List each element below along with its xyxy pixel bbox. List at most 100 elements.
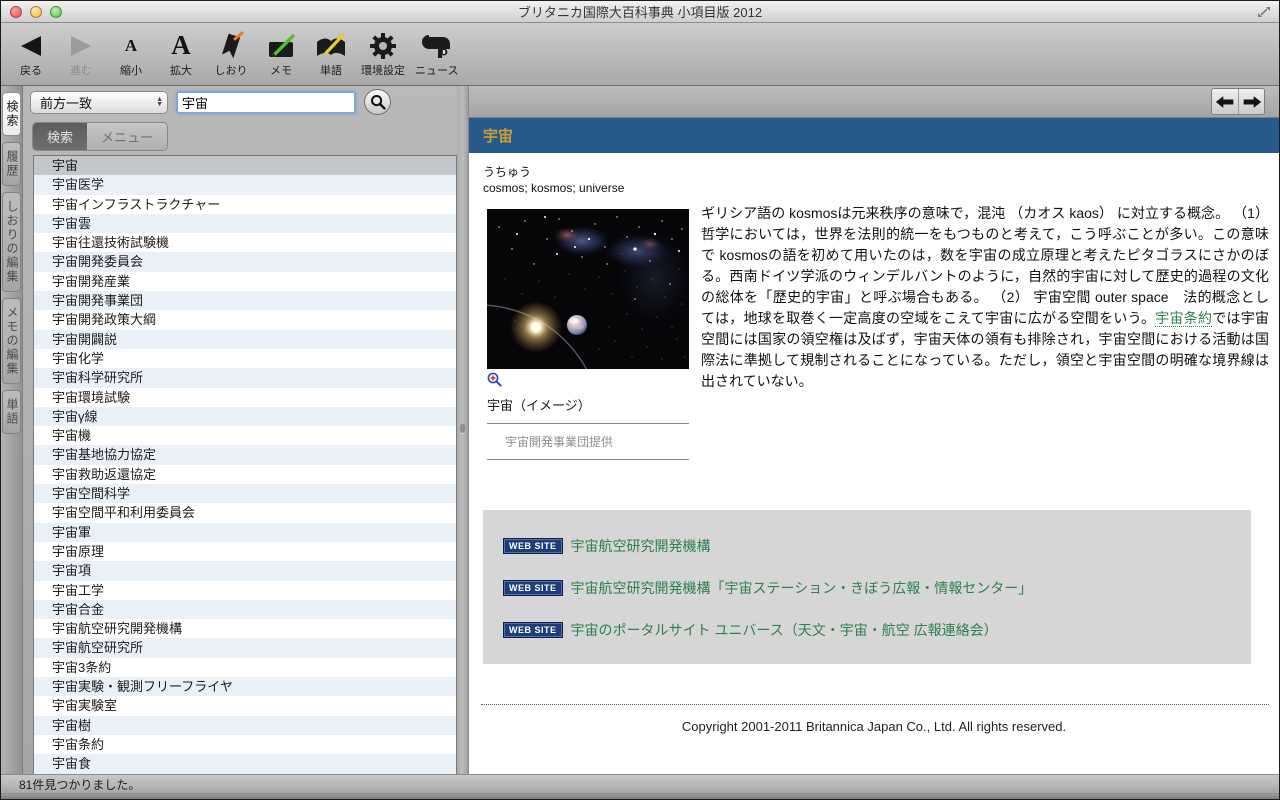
body-text-before: ギリシア語の kosmosは元来秩序の意味で，混沌 （カオス kaos） に対立… xyxy=(701,205,1269,326)
list-item[interactable]: 宇宙航空研究開発機構 xyxy=(34,619,456,638)
list-item[interactable]: 宇宙3条約 xyxy=(34,658,456,677)
list-item[interactable]: 宇宙項 xyxy=(34,561,456,580)
web-link-label[interactable]: 宇宙航空研究開発機構 xyxy=(571,536,711,556)
expand-diagonal-icon[interactable] xyxy=(1257,5,1271,19)
side-tab-history[interactable]: 履歴 xyxy=(2,142,21,186)
zoom-out-text-button[interactable]: A 縮小 xyxy=(111,29,151,78)
article-title: 宇宙 xyxy=(469,125,513,146)
memo-button[interactable]: メモ xyxy=(261,29,301,78)
reading-translit: cosmos; kosmos; universe xyxy=(483,180,1279,196)
list-item[interactable]: 宇宙実験室 xyxy=(34,696,456,715)
list-item[interactable]: 宇宙開発産業 xyxy=(34,272,456,291)
list-item[interactable]: 宇宙基地協力協定 xyxy=(34,445,456,464)
body-link-space-treaty[interactable]: 宇宙条約 xyxy=(1155,310,1212,327)
preferences-button[interactable]: 環境設定 xyxy=(361,29,405,78)
image-zoom-icon[interactable] xyxy=(487,372,502,387)
list-item[interactable]: 宇宙樹 xyxy=(34,716,456,735)
list-item[interactable]: 宇宙開闢説 xyxy=(34,330,456,349)
forward-arrow-icon xyxy=(67,29,95,62)
memo-pencil-icon xyxy=(265,29,297,62)
article-forward-button[interactable] xyxy=(1238,89,1264,114)
space-image[interactable] xyxy=(487,209,689,369)
copyright-divider xyxy=(481,704,1269,705)
result-list: 宇宙 宇宙医学 宇宙インフラストラクチャー 宇宙雲 宇宙往還技術試験機 宇宙開発… xyxy=(33,155,457,774)
small-a-icon: A xyxy=(125,29,137,62)
view-tabs: 検索 メニュー xyxy=(32,122,168,151)
match-mode-select[interactable]: 前方一致 ▲▼ xyxy=(30,91,168,114)
zoom-in-text-button[interactable]: A 拡大 xyxy=(161,29,201,78)
article-panel: 宇宙 うちゅう cosmos; kosmos; universe xyxy=(469,86,1279,774)
list-item[interactable]: 宇宙環境試験 xyxy=(34,388,456,407)
bookmark-icon xyxy=(216,29,246,62)
list-item[interactable]: 宇宙科学研究所 xyxy=(34,368,456,387)
bookmark-button[interactable]: しおり xyxy=(211,29,251,78)
list-item[interactable]: 宇宙 xyxy=(34,156,456,175)
list-item[interactable]: 宇宙往還技術試験機 xyxy=(34,233,456,252)
side-tab-memo-edit[interactable]: メモの編集 xyxy=(2,298,21,384)
back-button[interactable]: 戻る xyxy=(11,29,51,78)
pane-splitter[interactable] xyxy=(457,86,469,774)
side-tab-bookmark-edit[interactable]: しおりの編集 xyxy=(2,192,21,292)
list-item[interactable]: 宇宙開発政策大綱 xyxy=(34,310,456,329)
list-item[interactable]: 宇宙条約 xyxy=(34,735,456,754)
web-link-item[interactable]: WEB SITE 宇宙航空研究開発機構「宇宙ステーション・きぼう広報・情報センタ… xyxy=(503,578,1241,598)
web-link-label[interactable]: 宇宙のポータルサイト ユニバース（天文・宇宙・航空 広報連絡会） xyxy=(571,620,998,640)
web-links-box: WEB SITE 宇宙航空研究開発機構 WEB SITE 宇宙航空研究開発機構「… xyxy=(483,510,1251,664)
side-tab-words[interactable]: 単語 xyxy=(2,390,21,434)
list-item[interactable]: 宇宙開発委員会 xyxy=(34,252,456,271)
status-bar: 81件見つかりました。 xyxy=(1,774,1279,799)
main-area: 検索 履歴 しおりの編集 メモの編集 単語 前方一致 ▲▼ ▼ xyxy=(1,86,1279,774)
search-field-wrap: ▼ xyxy=(176,91,356,114)
list-item[interactable]: 宇宙空間平和利用委員会 xyxy=(34,503,456,522)
list-item[interactable]: 宇宙救助返還協定 xyxy=(34,465,456,484)
web-site-badge: WEB SITE xyxy=(503,580,563,596)
list-item[interactable]: 宇宙医学 xyxy=(34,175,456,194)
article-header: 宇宙 xyxy=(469,118,1279,153)
web-link-item[interactable]: WEB SITE 宇宙航空研究開発機構 xyxy=(503,536,1241,556)
window-title: ブリタニカ国際大百科事典 小項目版 2012 xyxy=(1,2,1279,21)
article-reading: うちゅう cosmos; kosmos; universe xyxy=(469,153,1279,196)
list-item[interactable]: 宇宙合金 xyxy=(34,600,456,619)
list-item[interactable]: 宇宙開発事業団 xyxy=(34,291,456,310)
article-body: ギリシア語の kosmosは元来秩序の意味で，混沌 （カオス kaos） に対立… xyxy=(701,203,1269,460)
web-link-item[interactable]: WEB SITE 宇宙のポータルサイト ユニバース（天文・宇宙・航空 広報連絡会… xyxy=(503,620,1241,640)
title-bar: ブリタニカ国際大百科事典 小項目版 2012 xyxy=(1,1,1279,23)
list-item[interactable]: 宇宙原理 xyxy=(34,542,456,561)
figure-caption: 宇宙（イメージ） xyxy=(487,395,691,414)
list-item[interactable]: 宇宙γ線 xyxy=(34,407,456,426)
list-item[interactable]: 宇宙航空研究所 xyxy=(34,638,456,657)
figure-divider-bottom xyxy=(487,459,689,460)
news-button[interactable]: ニュース xyxy=(415,29,458,78)
tab-search[interactable]: 検索 xyxy=(33,123,87,150)
web-site-badge: WEB SITE xyxy=(503,538,563,554)
figure-credit: 宇宙開発事業団提供 xyxy=(487,424,691,459)
list-item[interactable]: 宇宙化学 xyxy=(34,349,456,368)
list-item[interactable]: 宇宙軍 xyxy=(34,523,456,542)
list-item[interactable]: 宇宙実験・観測フリーフライヤ xyxy=(34,677,456,696)
word-register-button[interactable]: 単語 xyxy=(311,29,351,78)
list-item[interactable]: 宇宙空間科学 xyxy=(34,484,456,503)
list-item[interactable]: 宇宙工学 xyxy=(34,581,456,600)
view-tab-row: 検索 メニュー xyxy=(23,118,457,155)
list-item[interactable]: 宇宙インフラストラクチャー xyxy=(34,195,456,214)
mailbox-icon xyxy=(421,29,453,62)
left-arrow-icon xyxy=(1215,95,1235,109)
search-icon xyxy=(370,94,386,110)
status-bar-strip xyxy=(1,793,1279,799)
side-tab-search[interactable]: 検索 xyxy=(2,92,21,136)
list-item[interactable]: 宇宙雲 xyxy=(34,214,456,233)
article-nav-bar xyxy=(469,86,1279,118)
list-item[interactable]: 宇宙機 xyxy=(34,426,456,445)
reading-kana: うちゅう xyxy=(483,164,1279,180)
list-item[interactable]: 宇宙食 xyxy=(34,754,456,773)
back-arrow-icon xyxy=(17,29,45,62)
forward-button[interactable]: 進む xyxy=(61,29,101,78)
app-window: ブリタニカ国際大百科事典 小項目版 2012 戻る 進む A 縮小 xyxy=(0,0,1280,800)
tab-menu[interactable]: メニュー xyxy=(87,123,167,150)
search-button[interactable] xyxy=(364,89,391,115)
article-content: うちゅう cosmos; kosmos; universe xyxy=(469,153,1279,774)
figure-column: 宇宙（イメージ） 宇宙開発事業団提供 xyxy=(469,206,691,460)
web-link-label[interactable]: 宇宙航空研究開発機構「宇宙ステーション・きぼう広報・情報センター」 xyxy=(571,578,1033,598)
search-input[interactable] xyxy=(178,93,356,112)
article-back-button[interactable] xyxy=(1212,89,1238,114)
